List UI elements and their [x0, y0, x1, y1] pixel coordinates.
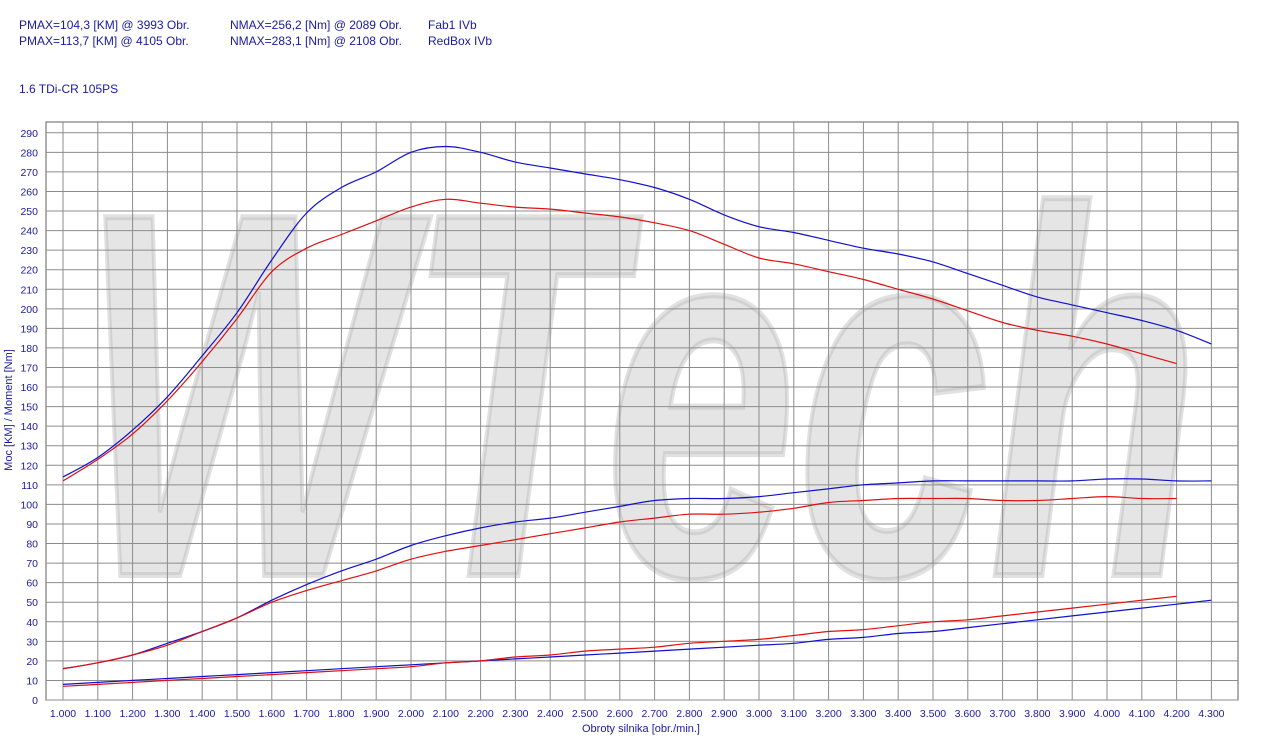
x-tick-label: 1.900	[363, 708, 389, 720]
y-tick-label: 40	[26, 617, 38, 629]
x-axis-label: Obroty silnika [obr./min.]	[582, 723, 700, 735]
y-tick-label: 190	[20, 323, 38, 335]
y-tick-label: 220	[20, 265, 38, 277]
y-tick-label: 80	[26, 539, 38, 551]
x-tick-label: 1.100	[85, 708, 111, 720]
y-tick-label: 160	[20, 382, 38, 394]
y-tick-label: 10	[26, 675, 38, 687]
y-tick-label: 120	[20, 460, 38, 472]
x-tick-label: 1.600	[259, 708, 285, 720]
y-tick-label: 280	[20, 147, 38, 159]
y-tick-label: 20	[26, 656, 38, 668]
x-tick-label: 2.300	[502, 708, 528, 720]
y-tick-label: 50	[26, 597, 38, 609]
x-tick-label: 4.200	[1163, 708, 1189, 720]
x-tick-label: 1.800	[328, 708, 354, 720]
x-tick-label: 2.700	[641, 708, 667, 720]
x-tick-label: 3.300	[850, 708, 876, 720]
y-tick-label: 260	[20, 186, 38, 198]
x-tick-label: 2.100	[433, 708, 459, 720]
x-tick-label: 1.200	[119, 708, 145, 720]
y-tick-label: 90	[26, 519, 38, 531]
y-tick-label: 240	[20, 226, 38, 238]
x-tick-label: 3.900	[1059, 708, 1085, 720]
x-tick-label: 3.400	[885, 708, 911, 720]
x-tick-label: 3.200	[815, 708, 841, 720]
y-tick-label: 0	[32, 695, 38, 707]
x-tick-label: 3.000	[746, 708, 772, 720]
x-tick-label: 2.200	[467, 708, 493, 720]
y-tick-label: 110	[21, 480, 38, 492]
x-tick-label: 1.000	[50, 708, 76, 720]
y-tick-label: 70	[26, 558, 38, 570]
y-tick-label: 200	[20, 304, 38, 316]
x-tick-label: 2.000	[398, 708, 424, 720]
y-tick-label: 250	[20, 206, 38, 218]
x-tick-label: 1.500	[224, 708, 250, 720]
y-tick-label: 290	[20, 128, 38, 140]
y-tick-label: 180	[20, 343, 38, 355]
x-tick-label: 3.100	[781, 708, 807, 720]
x-tick-label: 2.500	[572, 708, 598, 720]
y-tick-label: 130	[20, 441, 38, 453]
x-tick-label: 1.700	[293, 708, 319, 720]
y-tick-label: 210	[20, 284, 38, 296]
y-tick-label: 30	[26, 636, 38, 648]
x-tick-label: 2.400	[537, 708, 563, 720]
y-tick-label: 100	[20, 499, 38, 511]
watermark-text: WTech	[80, 105, 1200, 686]
y-tick-label: 140	[20, 421, 38, 433]
x-tick-label: 3.600	[955, 708, 981, 720]
wtech-watermark: WTech	[77, 102, 1203, 689]
x-tick-label: 4.100	[1129, 708, 1155, 720]
x-tick-label: 3.700	[989, 708, 1015, 720]
x-tick-label: 4.000	[1094, 708, 1120, 720]
x-tick-label: 1.300	[154, 708, 180, 720]
y-tick-label: 270	[20, 167, 38, 179]
x-tick-label: 1.400	[189, 708, 215, 720]
y-axis-label: Moc [KM] / Moment [Nm]	[3, 349, 15, 471]
x-tick-label: 3.500	[920, 708, 946, 720]
x-tick-label: 2.600	[607, 708, 633, 720]
y-tick-label: 230	[20, 245, 38, 257]
x-tick-label: 2.900	[711, 708, 737, 720]
dyno-chart: WTech 1.000 1.100 1.200 1.300 1.400 1.500 1.60…	[3, 102, 1239, 735]
y-tick-label: 150	[20, 402, 38, 414]
y-tick-label: 60	[26, 578, 38, 590]
y-tick-label: 170	[20, 362, 38, 374]
x-tick-label: 2.800	[676, 708, 702, 720]
x-tick-label: 4.300	[1198, 708, 1224, 720]
x-tick-label: 3.800	[1024, 708, 1050, 720]
